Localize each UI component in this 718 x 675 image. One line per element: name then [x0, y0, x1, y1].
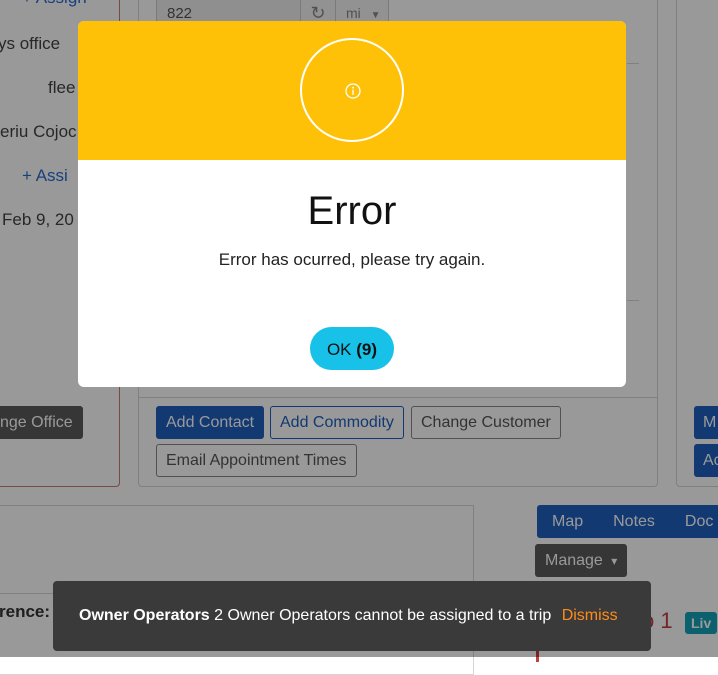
ok-button[interactable]: OK (9)	[310, 327, 394, 370]
dialog-title: Error	[307, 189, 397, 233]
ok-countdown: (9)	[356, 340, 378, 359]
toast-message: 2 Owner Operators cannot be assigned to …	[214, 607, 552, 624]
dismiss-link[interactable]: Dismiss	[562, 607, 618, 624]
info-icon	[300, 38, 404, 142]
dialog-message: Error has ocurred, please try again.	[218, 250, 486, 269]
notification-toast: Owner Operators 2 Owner Operators cannot…	[53, 581, 651, 651]
error-dialog: Error Error has ocurred, please try agai…	[78, 21, 626, 387]
dialog-header	[78, 21, 626, 160]
ok-label: OK	[326, 340, 352, 359]
toast-title: Owner Operators	[79, 607, 210, 624]
